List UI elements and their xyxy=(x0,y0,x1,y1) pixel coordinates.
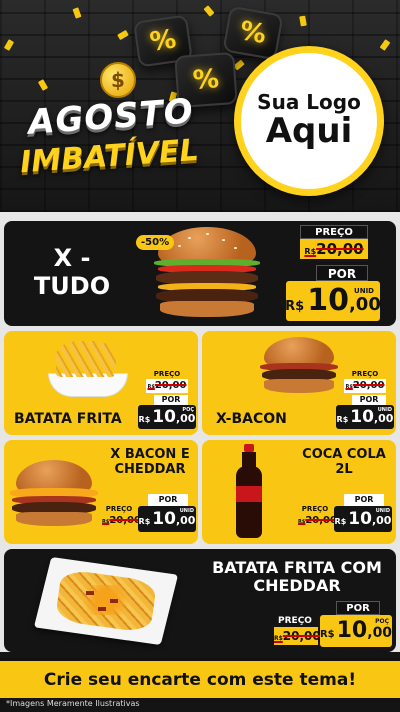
product-name-line1: BATATA FRITA COM xyxy=(212,558,382,577)
por-label: POR xyxy=(154,395,188,405)
percent-badge-icon: % xyxy=(222,5,284,61)
product-name-line1: COCA COLA xyxy=(302,447,386,462)
por-label: POR xyxy=(148,494,188,506)
confetti-decoration xyxy=(299,15,307,27)
old-price: R$20,00 xyxy=(344,379,386,393)
por-label: POR xyxy=(344,494,384,506)
product-name-line1: X BACON E xyxy=(110,447,190,462)
cta-banner[interactable]: Crie seu encarte com este tema! xyxy=(0,658,400,698)
old-price: R$20,00 xyxy=(298,515,337,526)
coin-icon: $ xyxy=(100,62,136,98)
new-price: R$ 10 ,00 UNID xyxy=(138,506,196,532)
confetti-decoration xyxy=(3,39,15,51)
flyer-page: % % % $ AGOSTO IMBATÍVEL Sua Logo Aqui X… xyxy=(0,0,400,712)
new-price: R$ 10 ,00 POÇ xyxy=(138,405,196,429)
product-name: X BACON E CHEDDAR xyxy=(104,447,196,478)
disclaimer-text: *Imagens Meramente Ilustrativas xyxy=(6,699,140,708)
old-price: R$20,00 xyxy=(102,515,141,526)
new-price: R$ 10 ,00 POÇ xyxy=(320,615,392,647)
confetti-decoration xyxy=(117,29,129,41)
discount-badge: -50% xyxy=(136,235,175,250)
logo-text-line1: Sua Logo xyxy=(257,90,361,115)
product-name-line2: 2L xyxy=(335,461,353,477)
confetti-decoration xyxy=(72,7,82,19)
confetti-decoration xyxy=(203,5,215,17)
product-name-line2: TUDO xyxy=(33,271,111,300)
price-block: PREÇO R$20,00 POR R$ 10 ,00 UNID xyxy=(102,494,198,542)
old-price: R$20,00 xyxy=(300,239,368,259)
product-card-coca-cola[interactable]: COCA COLA 2L PREÇO R$20,00 POR R$ 10 ,00… xyxy=(202,440,396,544)
product-card-x-tudo[interactable]: X - TUDO -50% PREÇO R$20,00 POR R$ 10 ,0… xyxy=(4,221,396,326)
product-card-batata-frita[interactable]: BATATA FRITA PREÇO R$20,00 POR R$ 10 ,00… xyxy=(4,331,198,435)
new-price: R$ 10 ,00 UNID xyxy=(285,281,381,321)
logo-placeholder[interactable]: Sua Logo Aqui xyxy=(234,46,384,196)
price-block: PREÇO R$20,00 POR R$ 10 ,00 POÇ xyxy=(274,601,392,649)
fries-icon xyxy=(42,335,132,401)
price-block: PREÇO R$20,00 POR R$ 10 ,00 UNID xyxy=(285,225,392,323)
product-name-line2: CHEDDAR xyxy=(114,461,186,477)
price-label: PREÇO xyxy=(105,505,133,513)
bacon-burger-icon xyxy=(258,335,340,397)
product-card-batata-cheddar[interactable]: BATATA FRITA COM CHEDDAR PREÇO R$20,00 P… xyxy=(4,549,396,652)
cheddar-fries-icon xyxy=(33,555,179,647)
logo-text-line2: Aqui xyxy=(265,111,353,152)
price-block: PREÇO R$20,00 POR R$ 10 ,00 UNID xyxy=(298,494,394,542)
flyer-header: % % % $ AGOSTO IMBATÍVEL Sua Logo Aqui xyxy=(0,0,400,212)
price-label: PREÇO xyxy=(301,505,329,513)
product-name: X - TUDO xyxy=(10,244,134,300)
old-price: R$20,00 xyxy=(146,379,188,393)
price-block: PREÇO R$20,00 POR R$ 10 ,00 UNID xyxy=(336,369,394,431)
price-label: PREÇO xyxy=(278,616,312,626)
old-price: R$20,00 xyxy=(274,627,321,645)
price-label: PREÇO xyxy=(153,370,181,378)
price-label: PREÇO xyxy=(300,225,368,239)
product-name: COCA COLA 2L xyxy=(296,447,392,478)
price-block: PREÇO R$20,00 POR R$ 10 ,00 POÇ xyxy=(138,369,196,431)
cheddar-burger-icon xyxy=(8,456,100,530)
product-name-line1: X - xyxy=(53,244,91,272)
new-price: R$ 10 ,00 UNID xyxy=(334,506,392,532)
product-name: X-BACON xyxy=(216,411,287,427)
product-name-line2: CHEDDAR xyxy=(253,576,341,596)
product-card-x-bacon[interactable]: X-BACON PREÇO R$20,00 POR R$ 10 ,00 UNID xyxy=(202,331,396,435)
por-label: POR xyxy=(336,601,380,615)
por-label: POR xyxy=(352,395,386,405)
soda-bottle-icon xyxy=(232,444,266,540)
price-label: PREÇO xyxy=(351,370,379,378)
new-price: R$ 10 ,00 UNID xyxy=(336,405,394,429)
confetti-decoration xyxy=(37,79,49,91)
product-name: BATATA FRITA COM CHEDDAR xyxy=(200,558,394,596)
product-card-x-bacon-cheddar[interactable]: X BACON E CHEDDAR PREÇO R$20,00 POR R$ 1… xyxy=(4,440,198,544)
product-name: BATATA FRITA xyxy=(14,411,122,427)
cta-text: Crie seu encarte com este tema! xyxy=(43,669,357,690)
por-label: POR xyxy=(316,265,368,281)
confetti-decoration xyxy=(379,39,391,51)
